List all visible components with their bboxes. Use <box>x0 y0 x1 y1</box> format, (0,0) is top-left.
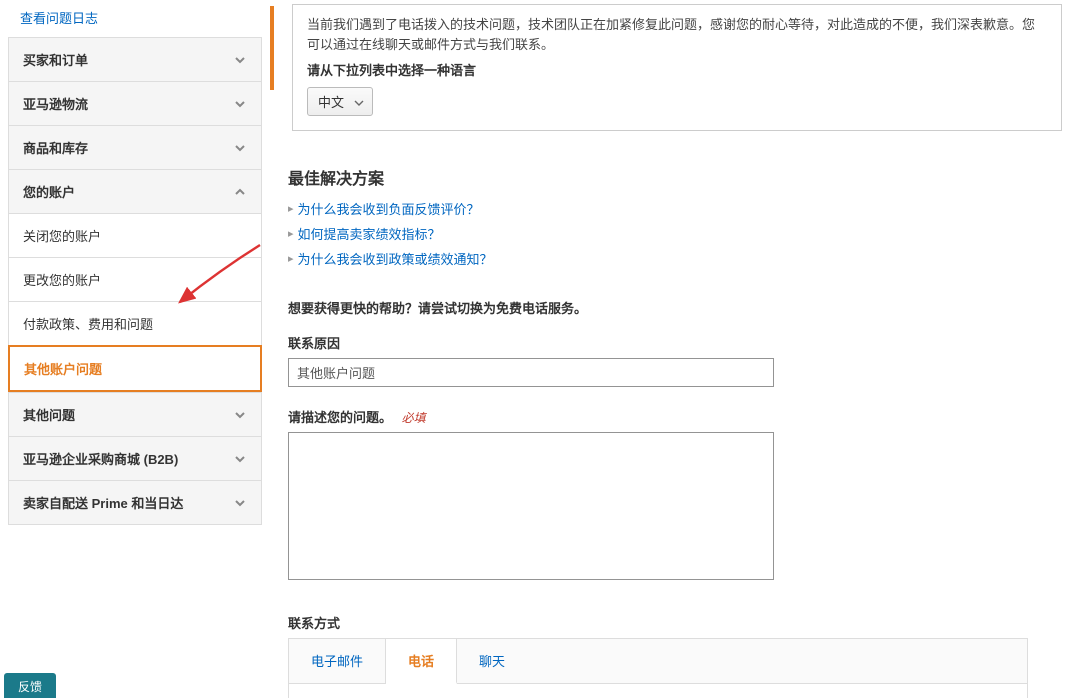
sidebar-sub-other-account-issues[interactable]: 其他账户问题 <box>8 345 262 392</box>
contact-tabs: 电子邮件 电话 聊天 您的号码 美国 ✚ 影响您的整体业务的紧急问题。 <box>288 638 1028 698</box>
caret-down-icon <box>354 94 364 109</box>
chevron-up-icon <box>233 185 247 199</box>
chevron-down-icon <box>233 452 247 466</box>
language-select-label: 请从下拉列表中选择一种语言 <box>307 60 1047 79</box>
best-solutions-heading: 最佳解决方案 <box>288 165 1062 189</box>
required-indicator: 必填 <box>402 411 426 425</box>
chevron-down-icon <box>233 53 247 67</box>
sidebar-item-b2b[interactable]: 亚马逊企业采购商城 (B2B) <box>8 436 262 480</box>
faq-link-text: 为什么我会收到负面反馈评价？ <box>298 199 480 218</box>
chevron-down-icon <box>233 496 247 510</box>
triangle-right-icon: ▸ <box>288 202 294 215</box>
tab-phone[interactable]: 电话 <box>386 639 457 684</box>
faq-link-text: 如何提高卖家绩效指标？ <box>298 224 441 243</box>
tab-chat[interactable]: 聊天 <box>457 639 527 683</box>
tab-body-phone: 您的号码 美国 ✚ 影响您的整体业务的紧急问题。 <box>289 684 1027 698</box>
sidebar-item-label: 商品和库存 <box>23 138 88 157</box>
sidebar-item-seller-prime[interactable]: 卖家自配送 Prime 和当日达 <box>8 480 262 525</box>
describe-label: 请描述您的问题。 <box>288 407 392 426</box>
tab-header: 电子邮件 电话 聊天 <box>289 639 1027 684</box>
feedback-tab[interactable]: 反馈 <box>4 673 56 698</box>
sidebar-item-your-account[interactable]: 您的账户 <box>8 169 262 213</box>
sidebar-item-buyers-orders[interactable]: 买家和订单 <box>8 37 262 81</box>
notice-text: 当前我们遇到了电话拨入的技术问题，技术团队正在加紧修复此问题，感谢您的耐心等待，… <box>307 15 1047 54</box>
faq-link-1[interactable]: ▸ 为什么我会收到负面反馈评价？ <box>288 199 1062 218</box>
reason-input[interactable] <box>288 358 774 387</box>
main-content: 当前我们遇到了电话拨入的技术问题，技术团队正在加紧修复此问题，感谢您的耐心等待，… <box>270 0 1080 698</box>
faq-link-3[interactable]: ▸ 为什么我会收到政策或绩效通知？ <box>288 249 1062 268</box>
notice-accent-bar <box>270 6 274 90</box>
tab-email[interactable]: 电子邮件 <box>289 639 386 683</box>
sidebar-item-products-inventory[interactable]: 商品和库存 <box>8 125 262 169</box>
notice-box: 当前我们遇到了电话拨入的技术问题，技术团队正在加紧修复此问题，感谢您的耐心等待，… <box>292 4 1062 131</box>
sidebar-sub-payment-policy[interactable]: 付款政策、费用和问题 <box>8 301 262 345</box>
reason-label: 联系原因 <box>288 333 1062 352</box>
describe-textarea[interactable] <box>288 432 774 580</box>
faster-help-text: 想要获得更快的帮助？请尝试切换为免费电话服务。 <box>288 298 1062 317</box>
chevron-down-icon <box>233 97 247 111</box>
language-value: 中文 <box>318 92 344 111</box>
sidebar-item-label: 卖家自配送 Prime 和当日达 <box>23 493 183 512</box>
chevron-down-icon <box>233 141 247 155</box>
sidebar-item-label: 其他问题 <box>23 405 75 424</box>
contact-method-label: 联系方式 <box>288 613 1062 632</box>
sidebar-item-other-issues[interactable]: 其他问题 <box>8 392 262 436</box>
sidebar-item-label: 亚马逊企业采购商城 (B2B) <box>23 449 178 468</box>
sidebar-item-fba[interactable]: 亚马逊物流 <box>8 81 262 125</box>
sidebar-sub-change-account[interactable]: 更改您的账户 <box>8 257 262 301</box>
triangle-right-icon: ▸ <box>288 252 294 265</box>
sidebar-item-label: 您的账户 <box>23 182 75 201</box>
triangle-right-icon: ▸ <box>288 227 294 240</box>
sidebar: 查看问题日志 买家和订单 亚马逊物流 商品和库存 您的账户 关闭您的账户 更改您… <box>0 0 270 698</box>
view-log-link[interactable]: 查看问题日志 <box>8 0 262 37</box>
faq-link-text: 为什么我会收到政策或绩效通知？ <box>298 249 493 268</box>
chevron-down-icon <box>233 408 247 422</box>
sidebar-sub-close-account[interactable]: 关闭您的账户 <box>8 213 262 257</box>
sidebar-item-label: 买家和订单 <box>23 50 88 69</box>
sidebar-item-label: 亚马逊物流 <box>23 94 88 113</box>
language-select[interactable]: 中文 <box>307 87 373 116</box>
faq-link-2[interactable]: ▸ 如何提高卖家绩效指标？ <box>288 224 1062 243</box>
